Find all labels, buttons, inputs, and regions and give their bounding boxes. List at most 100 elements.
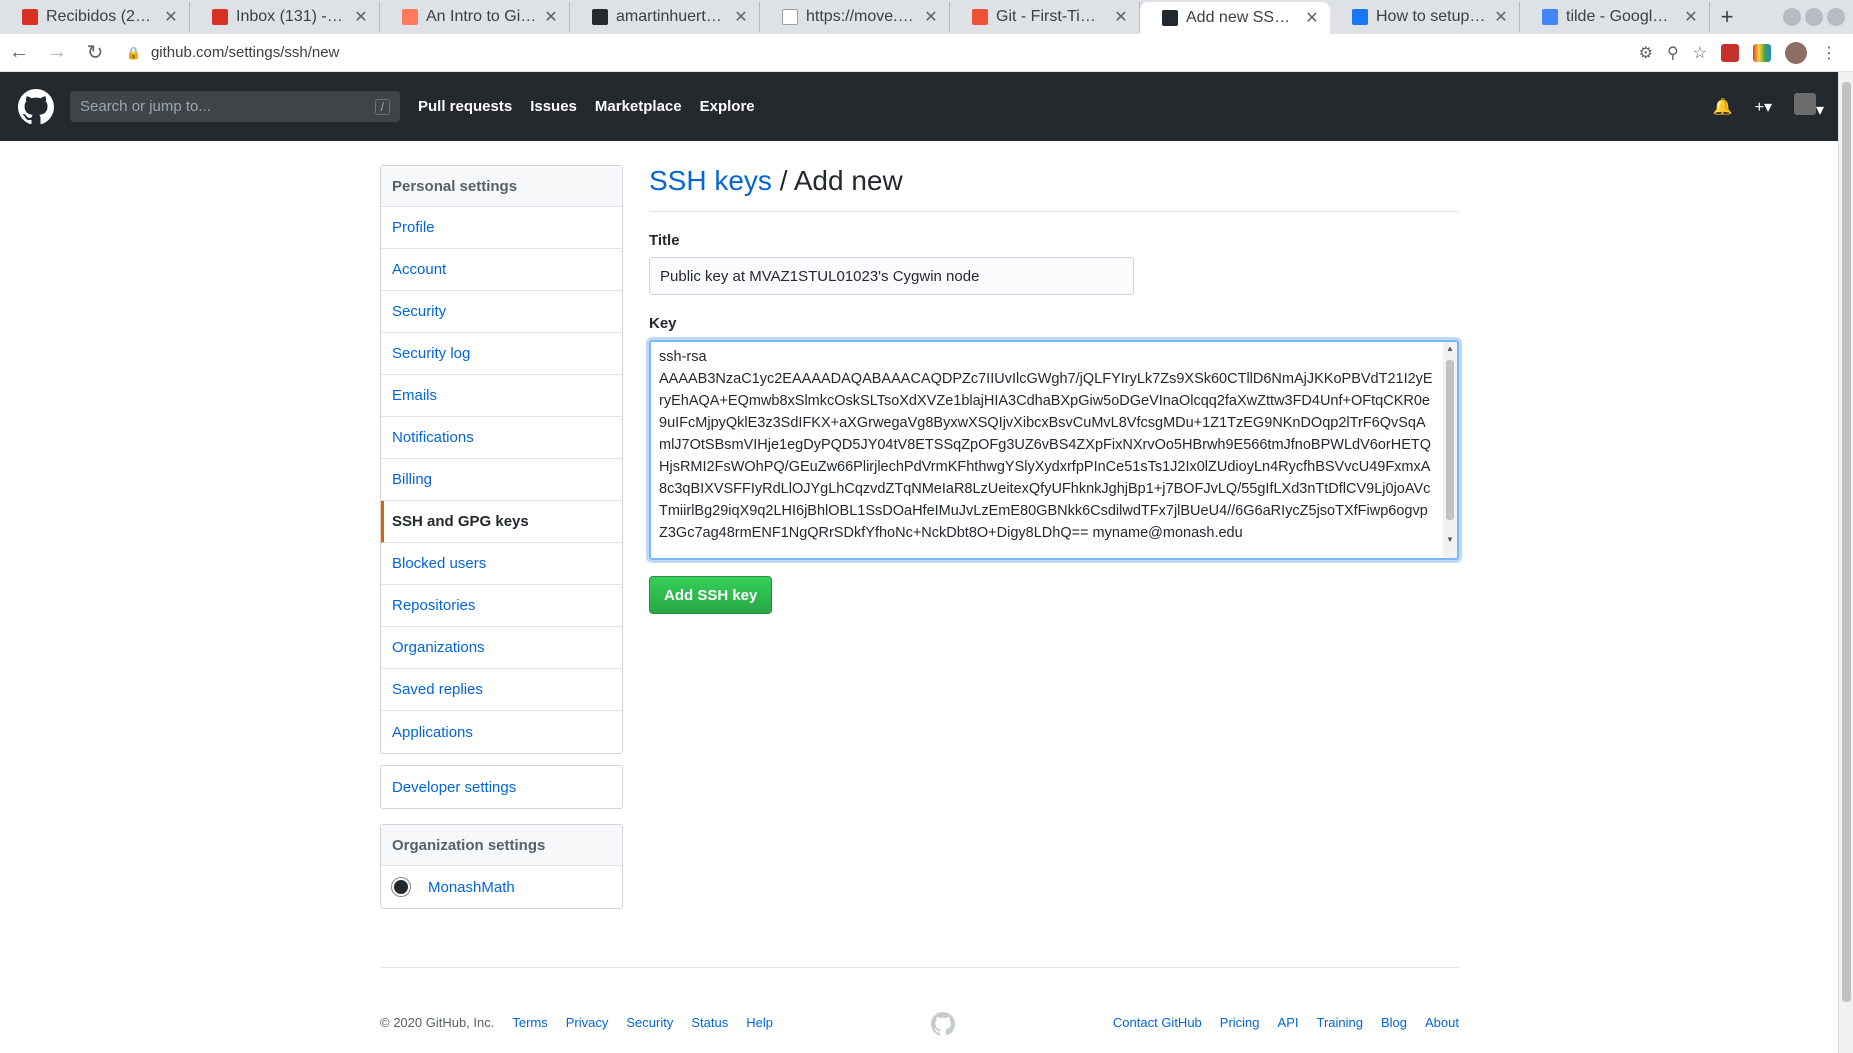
translate-icon[interactable]: ⚙ xyxy=(1639,43,1653,63)
address-bar[interactable]: 🔒 github.com/settings/ssh/new xyxy=(126,44,1639,61)
tab-close-icon[interactable]: ✕ xyxy=(1493,7,1509,27)
menu-kebab-icon[interactable]: ⋮ xyxy=(1821,43,1837,63)
key-textarea-scrollbar[interactable]: ▲ ▼ xyxy=(1443,342,1457,558)
forward-icon[interactable]: → xyxy=(38,41,76,64)
sidebar-item-notifications[interactable]: Notifications xyxy=(381,417,622,459)
maximize-button[interactable] xyxy=(1805,8,1823,26)
page-scrollbar[interactable] xyxy=(1838,72,1853,1053)
nav-pull-requests[interactable]: Pull requests xyxy=(418,98,512,115)
add-ssh-key-button[interactable]: Add SSH key xyxy=(649,576,773,614)
footer-link-privacy[interactable]: Privacy xyxy=(566,1015,609,1030)
browser-tab[interactable]: amartinhuertas/re ✕ xyxy=(570,2,760,32)
bookmark-star-icon[interactable]: ☆ xyxy=(1693,43,1707,63)
sidebar-item-developer-settings[interactable]: Developer settings xyxy=(381,766,622,808)
browser-tab[interactable]: How to setup the ✕ xyxy=(1330,2,1520,32)
organization-settings-menu: Organization settings MonashMath xyxy=(380,824,623,909)
back-icon[interactable]: ← xyxy=(0,41,38,64)
new-tab-button[interactable]: + xyxy=(1710,4,1744,30)
tab-close-icon[interactable]: ✕ xyxy=(733,7,749,27)
plus-dropdown-icon[interactable]: +▾ xyxy=(1755,97,1772,117)
browser-tab[interactable]: Inbox (131) - alberto ✕ xyxy=(190,2,380,32)
github-logo-icon[interactable] xyxy=(18,88,54,125)
sidebar-item-security[interactable]: Security xyxy=(381,291,622,333)
key-text: ssh-rsa AAAAB3NzaC1yc2EAAAADAQABAAACAQDP… xyxy=(659,349,1433,541)
tab-label: Inbox (131) - alberto xyxy=(236,8,347,25)
nav-issues[interactable]: Issues xyxy=(530,98,577,115)
title-input[interactable] xyxy=(649,257,1134,295)
sidebar-item-account[interactable]: Account xyxy=(381,249,622,291)
key-scroll-thumb[interactable] xyxy=(1446,360,1454,520)
tab-close-icon[interactable]: ✕ xyxy=(543,7,559,27)
search-input[interactable]: Search or jump to... / xyxy=(70,91,400,122)
footer-link-pricing[interactable]: Pricing xyxy=(1220,1015,1260,1030)
zoom-icon[interactable]: ⚲ xyxy=(1667,43,1679,63)
main-content: SSH keys / Add new Title Key ssh-rsa AAA… xyxy=(649,165,1459,614)
git-icon xyxy=(972,9,988,25)
sidebar-item-applications[interactable]: Applications xyxy=(381,711,622,753)
browser-toolbar: ← → ↻ 🔒 github.com/settings/ssh/new ⚙ ⚲ … xyxy=(0,34,1853,72)
browser-tab[interactable]: Add new SSH keys ✕ xyxy=(1140,2,1330,34)
footer-link-contact-github[interactable]: Contact GitHub xyxy=(1113,1015,1202,1030)
sidebar-item-security-log[interactable]: Security log xyxy=(381,333,622,375)
tab-close-icon[interactable]: ✕ xyxy=(1304,8,1320,28)
extension-color-icon[interactable] xyxy=(1753,43,1771,62)
user-avatar-dropdown[interactable]: ▾ xyxy=(1793,93,1824,120)
scrollbar-thumb[interactable] xyxy=(1842,82,1851,1002)
header-right: 🔔 +▾ ▾ xyxy=(1713,93,1824,120)
footer-copyright: © 2020 GitHub, Inc. xyxy=(380,1015,495,1030)
sidebar-item-repositories[interactable]: Repositories xyxy=(381,585,622,627)
footer-link-terms[interactable]: Terms xyxy=(512,1015,547,1030)
tab-label: Add new SSH keys xyxy=(1186,9,1298,26)
key-textarea[interactable]: ssh-rsa AAAAB3NzaC1yc2EAAAADAQABAAACAQDP… xyxy=(649,340,1459,560)
scroll-up-arrow-icon[interactable]: ▲ xyxy=(1443,344,1457,353)
close-window-button[interactable] xyxy=(1827,8,1845,26)
search-shortcut-badge: / xyxy=(374,98,390,115)
scroll-down-arrow-icon[interactable]: ▼ xyxy=(1443,535,1457,544)
footer-link-training[interactable]: Training xyxy=(1317,1015,1363,1030)
sidebar-item-emails[interactable]: Emails xyxy=(381,375,622,417)
sidebar-item-blocked-users[interactable]: Blocked users xyxy=(381,543,622,585)
breadcrumb-ssh-keys-link[interactable]: SSH keys xyxy=(649,165,772,196)
personal-settings-menu: Personal settings Profile Account Security… xyxy=(380,165,623,754)
sidebar-item-saved-replies[interactable]: Saved replies xyxy=(381,669,622,711)
footer-link-help[interactable]: Help xyxy=(746,1015,773,1030)
sidebar-item-billing[interactable]: Billing xyxy=(381,459,622,501)
key-label: Key xyxy=(649,315,677,332)
extension-icon[interactable] xyxy=(1721,43,1739,62)
sidebar-item-ssh-and-gpg-keys[interactable]: SSH and GPG keys xyxy=(381,501,622,543)
footer-link-status[interactable]: Status xyxy=(691,1015,728,1030)
reload-icon[interactable]: ↻ xyxy=(76,40,114,65)
browser-tab[interactable]: https://move.monash.edu ✕ xyxy=(760,2,950,32)
footer-right-links: Contact GitHub Pricing API Training Blog Abou… xyxy=(1095,1015,1459,1030)
org-logo-icon xyxy=(392,878,410,896)
tab-close-icon[interactable]: ✕ xyxy=(923,7,939,27)
gmail-icon xyxy=(22,9,38,25)
footer-link-blog[interactable]: Blog xyxy=(1381,1015,1407,1030)
footer-link-about[interactable]: About xyxy=(1425,1015,1459,1030)
browser-tab[interactable]: Git - First-Time Git Setup ✕ xyxy=(950,2,1140,32)
tab-close-icon[interactable]: ✕ xyxy=(1113,7,1129,27)
tab-close-icon[interactable]: ✕ xyxy=(353,7,369,27)
browser-profile-avatar[interactable] xyxy=(1785,41,1807,64)
browser-tab[interactable]: tilde - Google Search ✕ xyxy=(1520,2,1710,32)
github-icon xyxy=(1162,10,1178,26)
page-title: SSH keys / Add new xyxy=(649,165,1459,212)
nav-marketplace[interactable]: Marketplace xyxy=(595,98,682,115)
github-footer-logo-icon[interactable] xyxy=(931,1012,955,1036)
bell-icon[interactable]: 🔔 xyxy=(1713,97,1733,117)
nav-explore[interactable]: Explore xyxy=(700,98,755,115)
sidebar-item-organizations[interactable]: Organizations xyxy=(381,627,622,669)
sidebar-item-org[interactable]: MonashMath xyxy=(381,866,622,908)
browser-tab[interactable]: Recibidos (21.302) ✕ xyxy=(0,2,190,32)
footer-link-api[interactable]: API xyxy=(1278,1015,1299,1030)
sidebar-item-profile[interactable]: Profile xyxy=(381,207,622,249)
minimize-button[interactable] xyxy=(1783,8,1801,26)
fb-icon xyxy=(1352,9,1368,25)
tab-close-icon[interactable]: ✕ xyxy=(163,7,179,27)
footer-link-security[interactable]: Security xyxy=(626,1015,673,1030)
browser-tab[interactable]: An Intro to Git and GitHub ✕ xyxy=(380,2,570,32)
tab-close-icon[interactable]: ✕ xyxy=(1683,7,1699,27)
developer-settings-menu: Developer settings xyxy=(380,765,623,809)
footer: © 2020 GitHub, Inc. Terms Privacy Security… xyxy=(380,967,1459,1036)
avatar xyxy=(1793,93,1816,115)
